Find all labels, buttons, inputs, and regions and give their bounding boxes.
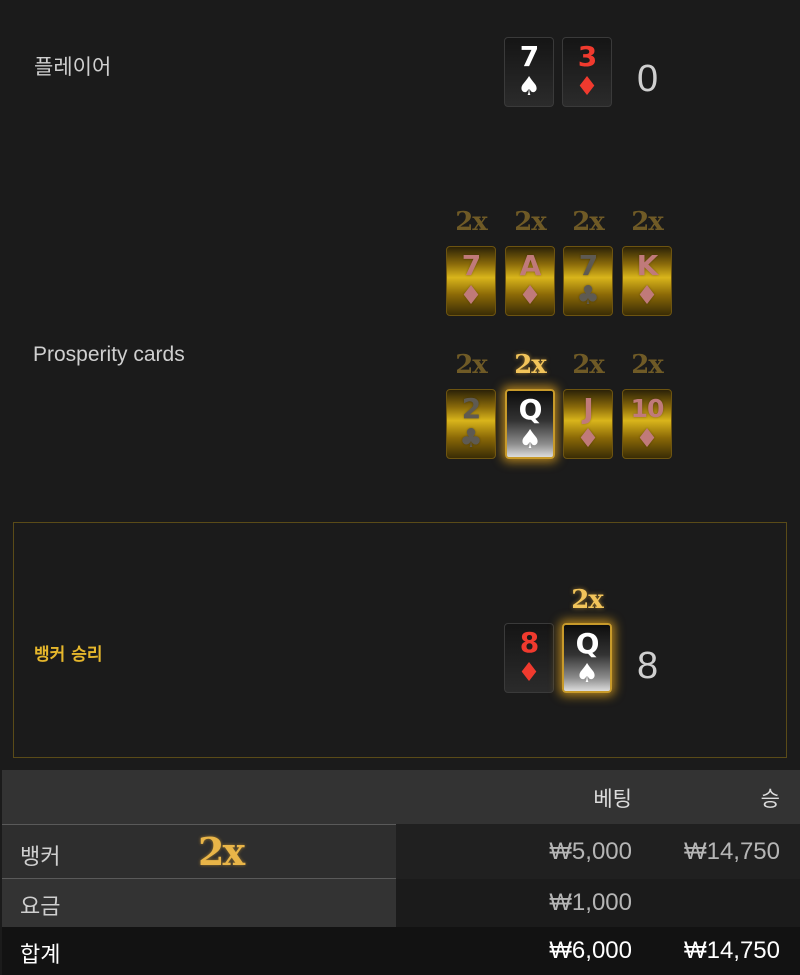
card-rank: K — [636, 249, 659, 282]
banker-winner-panel — [13, 522, 787, 758]
player-score: 0 — [637, 58, 659, 100]
prosperity-multiplier: 2x — [631, 207, 664, 237]
bet-amount: ₩5,000 — [549, 838, 632, 865]
card-rank: 8 — [519, 626, 540, 659]
card-rank: 3 — [577, 40, 598, 73]
bet-results-table: 베팅 승 뱅커 2x ₩5,000 ₩14,750 요금 ₩1,000 합계 ₩… — [2, 770, 800, 975]
card-rank: 7 — [461, 249, 482, 282]
banker-card-2: Q ♠ — [562, 623, 612, 693]
table-header: 베팅 승 — [2, 770, 800, 824]
banker-card-1: 8 ♦ — [504, 623, 554, 693]
diamond-icon: ♦ — [635, 424, 659, 454]
prosperity-label: Prosperity cards — [33, 343, 185, 366]
prosperity-multiplier: 2x — [572, 350, 605, 380]
total-label: 합계 — [20, 943, 61, 968]
prosperity-card: 10 ♦ — [622, 389, 672, 459]
table-row: 뱅커 2x ₩5,000 ₩14,750 — [2, 824, 800, 879]
card-rank: 10 — [630, 394, 665, 423]
spade-icon: ♠ — [575, 659, 599, 689]
row-label-cell: 요금 — [2, 879, 396, 927]
row-values-cell: ₩1,000 — [396, 879, 800, 927]
diamond-icon: ♦ — [518, 281, 542, 311]
banker-win-label: 뱅커 승리 — [34, 645, 103, 665]
player-card-1: 7 ♠ — [504, 37, 554, 107]
club-icon: ♣ — [459, 424, 483, 454]
row-label: 뱅커 — [20, 845, 61, 870]
total-bet-amount: ₩6,000 — [549, 937, 632, 964]
banker-score: 8 — [637, 645, 659, 687]
card-rank: J — [583, 392, 593, 425]
prosperity-multiplier: 2x — [514, 207, 547, 237]
banker-multiplier-badge: 2x — [198, 829, 245, 874]
prosperity-multiplier: 2x — [631, 350, 664, 380]
win-amount: ₩14,750 — [683, 838, 780, 865]
spade-icon: ♠ — [518, 425, 542, 455]
prosperity-card: 7 ♦ — [446, 246, 496, 316]
card-rank: Q — [518, 393, 543, 426]
banker-card-multiplier: 2x — [571, 585, 604, 615]
prosperity-multiplier-active: 2x — [514, 350, 547, 380]
prosperity-card: A ♦ — [505, 246, 555, 316]
row-label: 요금 — [20, 895, 61, 920]
table-row: 요금 ₩1,000 — [2, 879, 800, 927]
prosperity-multiplier: 2x — [572, 207, 605, 237]
prosperity-multiplier: 2x — [455, 207, 488, 237]
row-label-cell: 뱅커 2x — [2, 824, 396, 879]
diamond-icon: ♦ — [576, 424, 600, 454]
card-rank: A — [519, 249, 542, 282]
player-label: 플레이어 — [34, 56, 112, 79]
row-values-cell: ₩5,000 ₩14,750 — [396, 824, 800, 879]
bet-amount: ₩1,000 — [549, 889, 632, 916]
card-rank: Q — [575, 627, 600, 660]
player-card-2: 3 ♦ — [562, 37, 612, 107]
diamond-icon: ♦ — [459, 281, 483, 311]
spade-icon: ♠ — [517, 72, 541, 102]
prosperity-card: K ♦ — [622, 246, 672, 316]
diamond-icon: ♦ — [635, 281, 659, 311]
prosperity-multiplier: 2x — [455, 350, 488, 380]
prosperity-card: 7 ♣ — [563, 246, 613, 316]
card-rank: 7 — [578, 249, 599, 282]
table-total-row: 합계 ₩6,000 ₩14,750 — [2, 927, 800, 975]
card-rank: 2 — [461, 392, 482, 425]
card-rank: 7 — [519, 40, 540, 73]
prosperity-card: 2 ♣ — [446, 389, 496, 459]
prosperity-card: J ♦ — [563, 389, 613, 459]
bet-column-header: 베팅 — [593, 787, 632, 811]
win-column-header: 승 — [760, 787, 780, 811]
prosperity-card-matched: Q ♠ — [505, 389, 555, 459]
total-win-amount: ₩14,750 — [683, 937, 780, 964]
club-icon: ♣ — [576, 281, 600, 311]
diamond-icon: ♦ — [575, 72, 599, 102]
diamond-icon: ♦ — [517, 658, 541, 688]
